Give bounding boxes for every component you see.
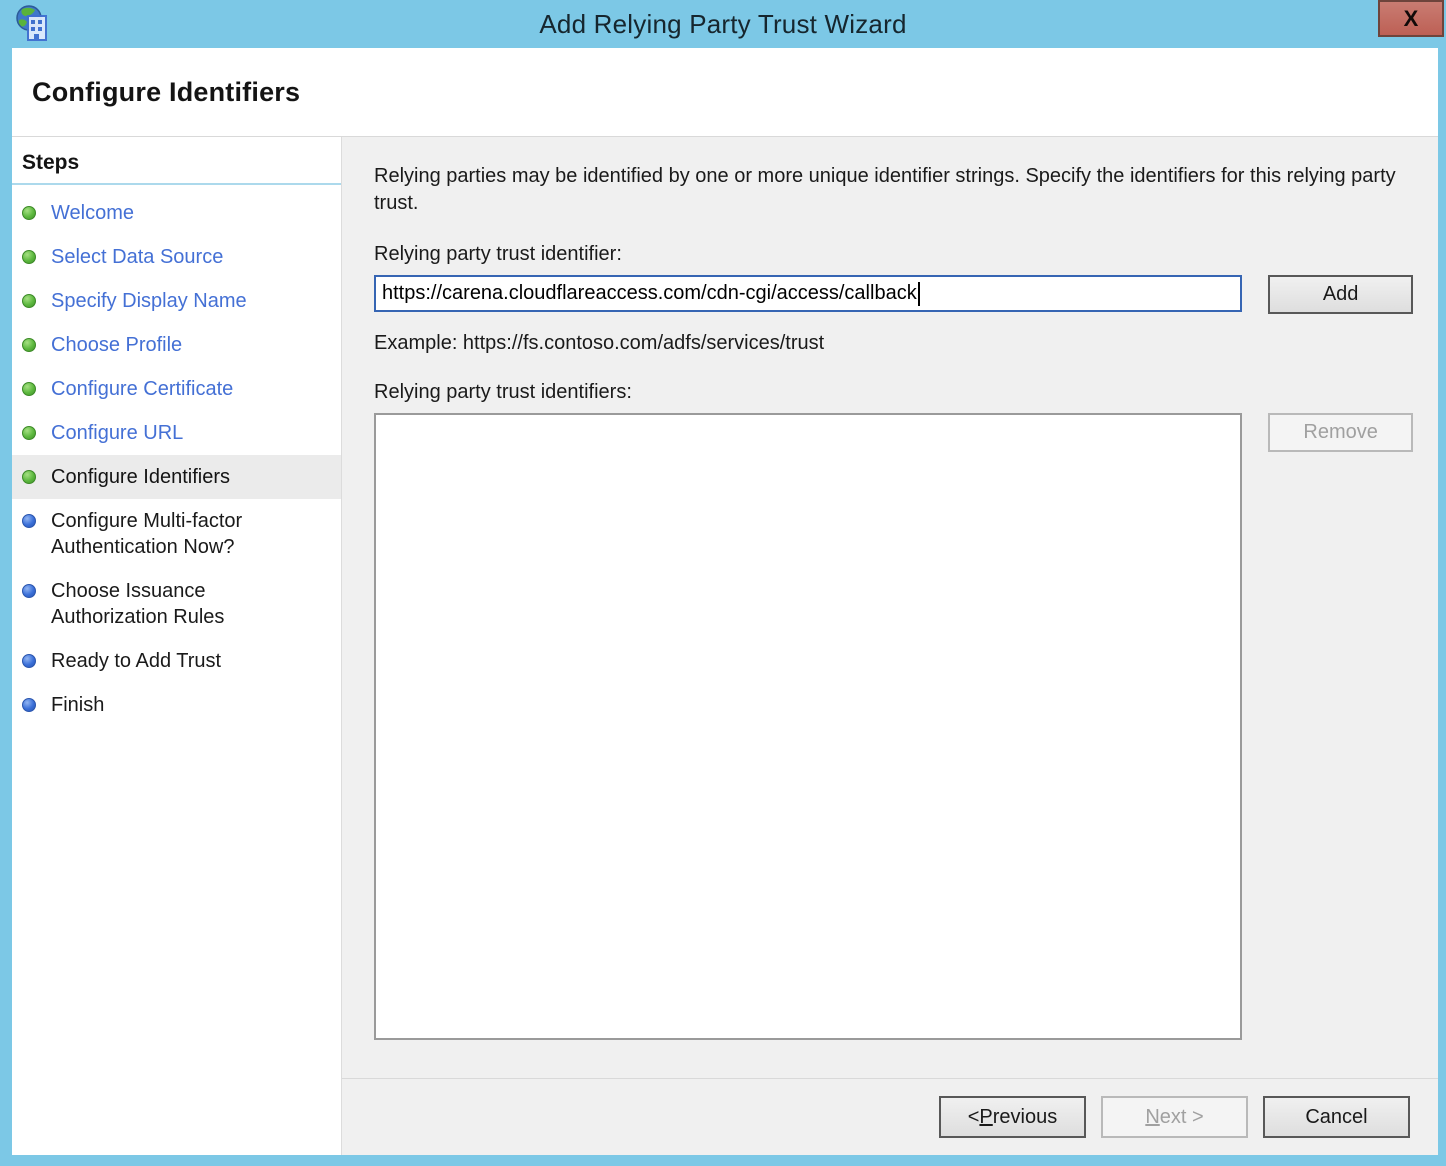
step-pending-dot-icon bbox=[22, 584, 36, 598]
step-label: Ready to Add Trust bbox=[51, 648, 221, 674]
step-label: Welcome bbox=[51, 200, 134, 226]
step-completed-dot-icon bbox=[22, 470, 36, 484]
step-item: Configure Identifiers bbox=[12, 455, 341, 499]
step-label: Configure Identifiers bbox=[51, 464, 230, 490]
step-completed-dot-icon bbox=[22, 382, 36, 396]
step-item[interactable]: Welcome bbox=[12, 191, 341, 235]
step-item[interactable]: Specify Display Name bbox=[12, 279, 341, 323]
step-item: Choose Issuance Authorization Rules bbox=[12, 569, 341, 639]
text-caret bbox=[918, 282, 920, 306]
step-label: Specify Display Name bbox=[51, 288, 247, 314]
step-label: Select Data Source bbox=[51, 244, 223, 270]
step-pending-dot-icon bbox=[22, 698, 36, 712]
page-header: Configure Identifiers bbox=[12, 48, 1438, 137]
identifiers-listbox[interactable] bbox=[374, 413, 1242, 1040]
identifier-input[interactable]: https://carena.cloudflareaccess.com/cdn-… bbox=[374, 275, 1242, 312]
step-pending-dot-icon bbox=[22, 654, 36, 668]
step-completed-dot-icon bbox=[22, 206, 36, 220]
main-panel: Relying parties may be identified by one… bbox=[341, 137, 1438, 1155]
step-item: Finish bbox=[12, 683, 341, 727]
step-item: Ready to Add Trust bbox=[12, 639, 341, 683]
steps-list: Welcome Select Data Source Specify Display… bbox=[12, 191, 341, 727]
step-item[interactable]: Configure Certificate bbox=[12, 367, 341, 411]
step-completed-dot-icon bbox=[22, 338, 36, 352]
next-button[interactable]: Next > bbox=[1101, 1096, 1248, 1138]
step-completed-dot-icon bbox=[22, 426, 36, 440]
window-title: Add Relying Party Trust Wizard bbox=[0, 9, 1446, 40]
close-button[interactable]: X bbox=[1378, 0, 1444, 37]
steps-sidebar: Steps Welcome Select Data Source Specify D… bbox=[12, 137, 341, 1155]
step-pending-dot-icon bbox=[22, 514, 36, 528]
step-label: Choose Profile bbox=[51, 332, 182, 358]
identifiers-list-label: Relying party trust identifiers: bbox=[374, 381, 1413, 404]
step-completed-dot-icon bbox=[22, 294, 36, 308]
step-label: Configure Certificate bbox=[51, 376, 233, 402]
wizard-frame: Configure Identifiers Steps Welcome Selec… bbox=[12, 48, 1438, 1155]
cancel-button[interactable]: Cancel bbox=[1263, 1096, 1410, 1138]
step-label: Finish bbox=[51, 692, 104, 718]
identifier-input-value: https://carena.cloudflareaccess.com/cdn-… bbox=[382, 282, 917, 305]
step-item[interactable]: Choose Profile bbox=[12, 323, 341, 367]
example-text: Example: https://fs.contoso.com/adfs/ser… bbox=[374, 332, 1413, 355]
step-label: Configure Multi-factor Authentication No… bbox=[51, 508, 323, 560]
step-completed-dot-icon bbox=[22, 250, 36, 264]
step-item[interactable]: Configure URL bbox=[12, 411, 341, 455]
previous-button[interactable]: < Previous bbox=[939, 1096, 1086, 1138]
titlebar[interactable]: Add Relying Party Trust Wizard X bbox=[0, 0, 1446, 48]
footer-bar: < Previous Next > Cancel bbox=[342, 1078, 1438, 1155]
step-item: Configure Multi-factor Authentication No… bbox=[12, 499, 341, 569]
steps-heading: Steps bbox=[12, 147, 341, 185]
page-title: Configure Identifiers bbox=[32, 77, 300, 108]
step-label: Choose Issuance Authorization Rules bbox=[51, 578, 323, 630]
step-label: Configure URL bbox=[51, 420, 183, 446]
identifier-field-label: Relying party trust identifier: bbox=[374, 243, 1413, 266]
close-icon: X bbox=[1404, 8, 1419, 30]
remove-button[interactable]: Remove bbox=[1268, 413, 1413, 452]
intro-text: Relying parties may be identified by one… bbox=[374, 163, 1404, 217]
wizard-window: Add Relying Party Trust Wizard X Configu… bbox=[0, 0, 1446, 1166]
step-item[interactable]: Select Data Source bbox=[12, 235, 341, 279]
add-button[interactable]: Add bbox=[1268, 275, 1413, 314]
